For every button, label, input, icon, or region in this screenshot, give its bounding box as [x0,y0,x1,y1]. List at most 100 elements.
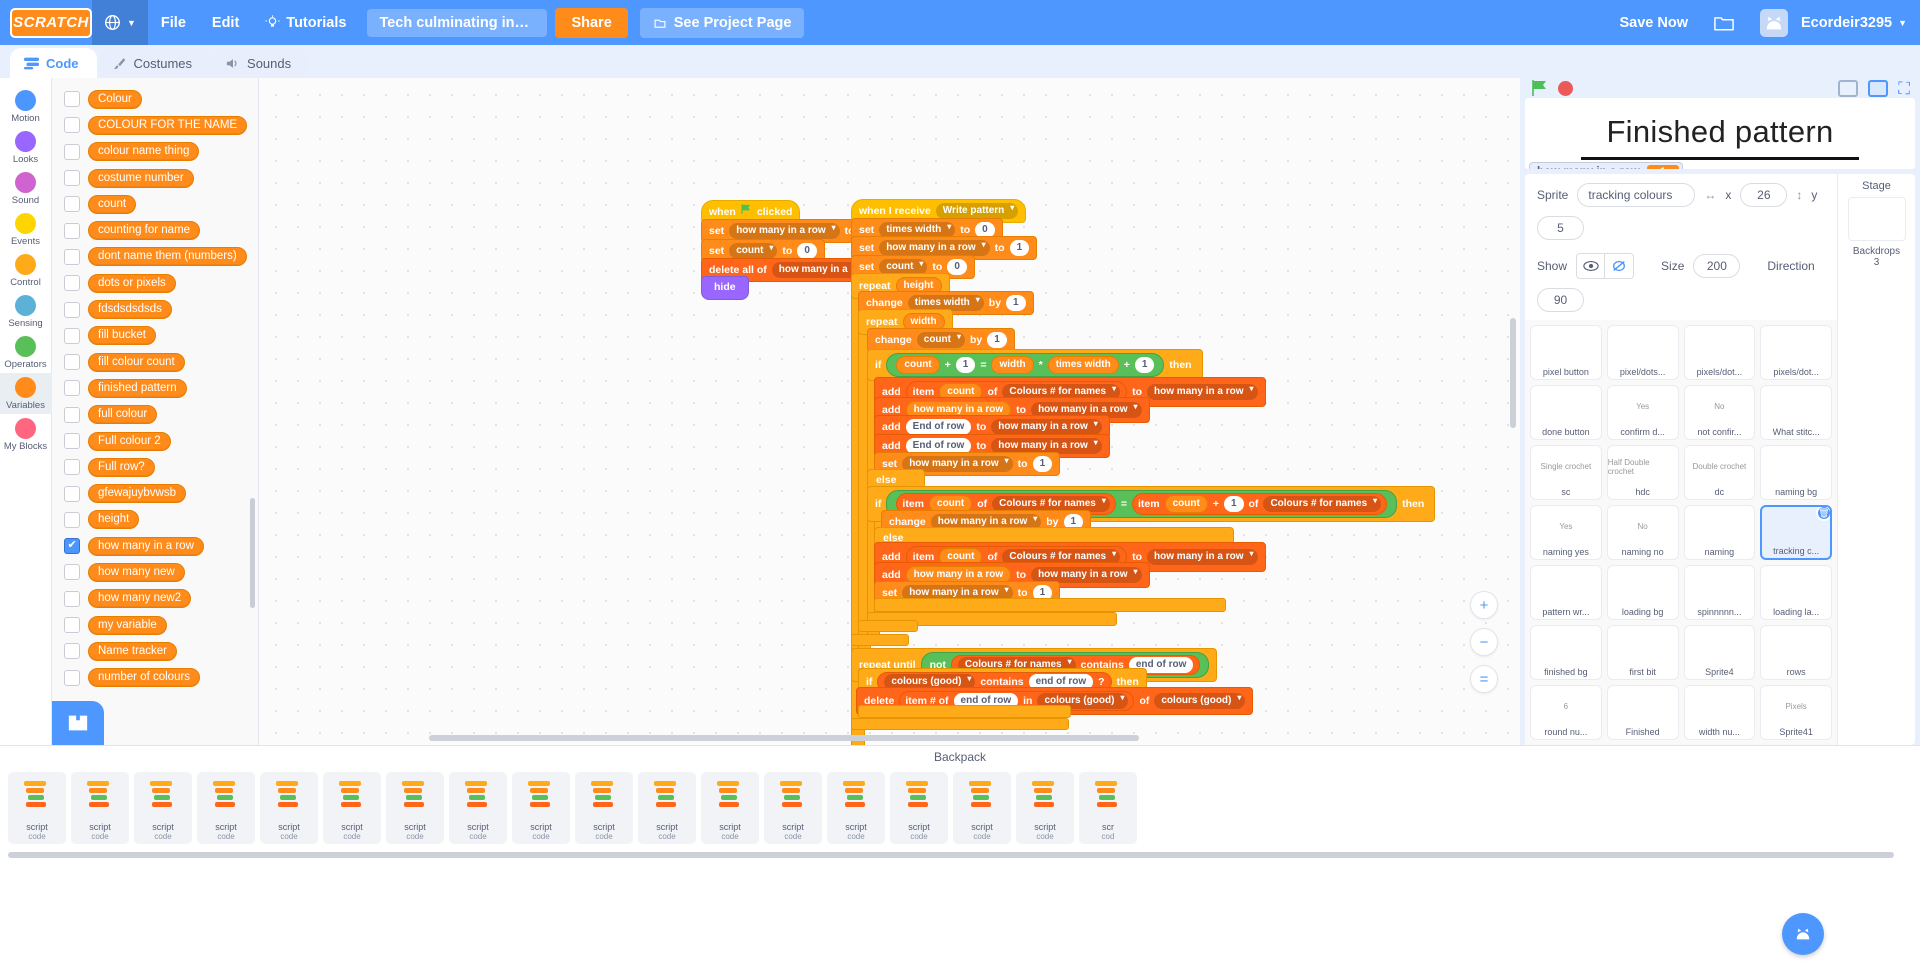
backpack-item[interactable]: script code [827,772,885,844]
variable-block[interactable]: gfewajuybvwsb [88,484,186,504]
sprite-card[interactable]: No naming no [1606,505,1679,560]
variable-block[interactable]: dots or pixels [88,273,176,293]
save-now-button[interactable]: Save Now [1606,0,1701,45]
variable-dropdown[interactable]: how many in a row [729,223,840,239]
category-variables[interactable]: Variables [0,373,52,414]
variable-block[interactable]: how many new2 [88,589,192,609]
sprite-card[interactable]: pixel button [1530,325,1602,380]
variable-checkbox[interactable] [64,511,80,528]
sprite-card[interactable]: Yes confirm d... [1606,385,1679,440]
variable-block[interactable]: costume number [88,168,194,188]
sprite-card[interactable]: Yes naming yes [1530,505,1602,560]
tab-code[interactable]: Code [10,48,97,78]
sprite-name-input[interactable]: tracking colours [1577,183,1696,207]
palette-variable-row[interactable]: fdsdsdsdsds [52,296,258,322]
variable-checkbox[interactable] [64,354,80,371]
palette-variable-row[interactable]: dots or pixels [52,270,258,296]
variable-block[interactable]: Full row? [88,457,155,477]
block-palette[interactable]: Colour COLOUR FOR THE NAME colour name thi… [52,78,259,745]
backpack-item[interactable]: script code [71,772,129,844]
list-dropdown[interactable]: how many in a row [991,419,1102,435]
backpack-item[interactable]: script code [386,772,444,844]
stage[interactable]: Finished pattern how many in a row 1 how… [1525,98,1915,169]
variable-checkbox[interactable] [64,143,80,160]
value-input[interactable]: 1 [1134,357,1155,373]
variable-block[interactable]: how many new [88,562,185,582]
palette-variable-row[interactable]: number of colours [52,665,258,691]
variable-checkbox[interactable] [64,643,80,660]
backpack-item[interactable]: script code [134,772,192,844]
palette-variable-row[interactable]: count [52,191,258,217]
variable-checkbox[interactable] [64,538,80,555]
variable-block[interactable]: my variable [88,615,167,635]
palette-variable-row[interactable]: costume number [52,165,258,191]
sprite-card[interactable]: finished bg [1530,625,1602,680]
category-sound[interactable]: Sound [0,168,52,209]
variable-checkbox[interactable] [64,170,80,187]
value-input[interactable]: 1 [955,357,976,373]
variable-checkbox[interactable] [64,590,80,607]
backpack-items[interactable]: script code script code script code script code… [0,768,1920,848]
palette-variable-row[interactable]: height [52,507,258,533]
sprite-card[interactable]: first bit [1606,625,1679,680]
variable-block[interactable]: finished pattern [88,378,187,398]
variable-checkbox[interactable] [64,91,80,108]
value-input[interactable]: 1 [987,332,1007,348]
zoom-reset-button[interactable]: = [1470,665,1498,693]
green-flag-button[interactable] [1530,78,1550,98]
see-project-page-button[interactable]: See Project Page [639,7,805,38]
canvas-horizontal-scrollbar[interactable] [429,735,1139,741]
small-stage-button[interactable] [1838,79,1859,97]
block-if-then[interactable]: if count + 1 = width * times width + 1 t… [867,349,1203,381]
show-visible-button[interactable] [1576,253,1606,279]
variable-block[interactable]: COLOUR FOR THE NAME [88,115,248,135]
sprite-card[interactable]: Half Double crochet hdc [1606,445,1679,500]
palette-variable-row[interactable]: Colour [52,86,258,112]
tab-costumes[interactable]: Costumes [98,48,211,78]
sprite-card[interactable]: What stitc... [1760,385,1832,440]
language-menu[interactable]: ▼ [92,0,148,45]
direction-input[interactable]: 90 [1537,288,1584,312]
message-dropdown[interactable]: Write pattern [935,203,1019,219]
menu-edit[interactable]: Edit [199,0,252,45]
value-input[interactable]: 1 [1032,456,1053,472]
palette-variable-row[interactable]: Name tracker [52,638,258,664]
sprite-card[interactable]: loading la... [1760,565,1832,620]
sprite-card[interactable]: Pixels Sprite41 [1760,685,1832,740]
value-input[interactable]: 1 [1009,240,1030,256]
account-menu[interactable]: Ecordeir3295 ▼ [1747,0,1920,45]
list-dropdown[interactable]: how many in a row [1147,384,1258,400]
variable-checkbox[interactable] [64,117,80,134]
palette-variable-row[interactable]: fill bucket [52,323,258,349]
palette-variable-row[interactable]: my variable [52,612,258,638]
variable-block[interactable]: fill colour count [88,352,185,372]
category-looks[interactable]: Looks [0,127,52,168]
category-control[interactable]: Control [0,250,52,291]
text-input[interactable]: End of row [905,419,972,435]
size-input[interactable]: 200 [1693,254,1741,278]
sprite-card[interactable]: pixels/dot... [1683,325,1756,380]
variable-block[interactable]: dont name them (numbers) [88,247,247,267]
zoom-out-button[interactable]: − [1470,628,1498,656]
value-input[interactable]: 1 [1223,496,1244,512]
fullscreen-button[interactable]: ⛶ [1898,80,1910,97]
tab-sounds[interactable]: Sounds [212,48,310,78]
variable-checkbox[interactable] [64,275,80,292]
palette-variable-row[interactable]: full colour [52,402,258,428]
stop-button[interactable] [1558,80,1573,96]
code-canvas[interactable]: when clicked set how many in a row to 0 … [259,78,1520,745]
variable-block[interactable]: fdsdsdsdsds [88,300,172,320]
sprite-card[interactable]: pixel/dots... [1606,325,1679,380]
variable-dropdown[interactable]: count [916,332,965,348]
backpack-item[interactable]: script code [953,772,1011,844]
sprite-card[interactable]: Double crochet dc [1683,445,1756,500]
variable-block[interactable]: fill bucket [88,326,156,346]
sprite-card[interactable]: 6 round nu... [1530,685,1602,740]
variable-checkbox[interactable] [64,564,80,581]
delete-sprite-icon[interactable]: 🗑 [1816,507,1831,521]
sprite-card[interactable]: naming [1683,505,1756,560]
menu-tutorials[interactable]: Tutorials [252,0,359,45]
reporter-item-of-list-2[interactable]: item count + 1 of Colours # for names [1132,493,1388,515]
backpack-item[interactable]: script code [701,772,759,844]
show-hidden-button[interactable] [1605,253,1635,279]
